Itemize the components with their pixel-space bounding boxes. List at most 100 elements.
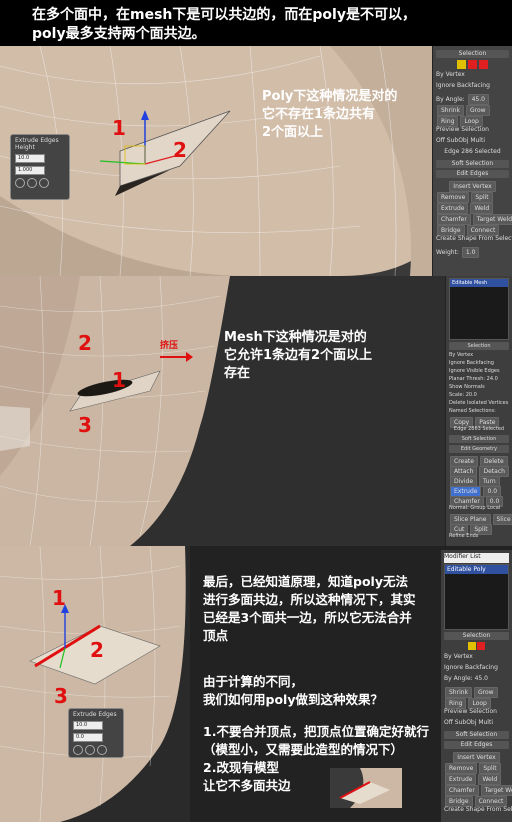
summary-note-2-line-2: 我们如何用poly做到这种效果？ — [203, 692, 383, 707]
apply-icon[interactable] — [85, 745, 95, 755]
command-panel-summary: Modifier List Editable Poly Selection By… — [440, 550, 512, 822]
soft-selection-rollout[interactable]: Soft Selection — [444, 731, 509, 739]
by-angle-input[interactable]: 45.0 — [475, 675, 488, 682]
editable-poly-item[interactable]: Editable Poly — [445, 565, 508, 574]
summary-note-1-line-1: 最后，已经知道原理，知道poly无法 — [203, 574, 408, 589]
viewport-poly[interactable]: 1 2 Extrude Edges Height 10.0 1.000 Poly… — [0, 46, 432, 276]
preview-subobj-radio[interactable]: SubObj — [455, 719, 477, 726]
red-mark-2: 2 — [78, 331, 92, 355]
width-field[interactable]: 1.000 — [15, 166, 45, 175]
edit-edges-rollout[interactable]: Edit Edges — [444, 741, 509, 749]
vertex-icon[interactable] — [467, 642, 476, 650]
selection-status: Edge 2863 Selected — [453, 426, 505, 432]
by-vertex-checkbox[interactable]: By Vertex — [436, 71, 509, 81]
create-shape-button[interactable]: Create Shape From Selection — [444, 806, 512, 816]
ignore-backfacing-checkbox[interactable]: Ignore Backfacing — [449, 360, 509, 367]
summary-note-1-line-3: 已经是3个面共一边，所以它无法合并 — [203, 610, 412, 625]
preview-subobj-radio[interactable]: SubObj — [447, 137, 469, 144]
header-caption: 在多个面中，在mesh下是可以共边的，而在poly是不可以， poly最多支持两… — [0, 0, 512, 46]
preview-off-radio[interactable]: Off — [444, 719, 453, 726]
edit-edges-rollout[interactable]: Edit Edges — [436, 170, 509, 178]
red-mark-2: 2 — [173, 138, 187, 162]
summary-note-3-line-1: 1.不要合并顶点，把顶点位置确定好就行 — [203, 724, 429, 739]
preview-selection-label: Preview Selection — [444, 708, 497, 715]
height-field[interactable]: 10.0 — [15, 154, 45, 163]
screenshot-mesh: 2 1 3 挤压 Mesh下这种情况是对的 它允许1条边有2个面以上 存在 Ed… — [0, 276, 512, 546]
delete-isolated-checkbox[interactable]: Delete Isolated Vertices — [449, 400, 509, 407]
red-mark-1: 1 — [112, 116, 126, 140]
summary-note-3-line-2: （模型小，又需要此造型的情况下） — [203, 742, 404, 757]
editable-mesh-item[interactable]: Editable Mesh — [450, 279, 508, 287]
preview-multi-radio[interactable]: Multi — [478, 719, 493, 726]
modifier-stack[interactable]: Editable Mesh — [449, 278, 509, 340]
selection-rollout[interactable]: Selection — [444, 632, 509, 640]
caddy-title: Extrude Edges — [73, 711, 117, 718]
viewport-mesh[interactable]: 2 1 3 挤压 Mesh下这种情况是对的 它允许1条边有2个面以上 存在 — [0, 276, 445, 546]
command-panel-mesh: Editable Mesh Selection By Vertex Ignore… — [445, 276, 512, 546]
summary-note-1-line-2: 进行多面共边，所以这种情况下，其实 — [203, 592, 416, 607]
caddy-title: Extrude Edges — [15, 137, 59, 144]
mesh-note: Mesh下这种情况是对的 它允许1条边有2个面以上 存在 — [224, 329, 372, 383]
subobject-icons — [444, 642, 509, 652]
by-vertex-checkbox[interactable]: By Vertex — [449, 352, 509, 359]
summary-note-2: 由于计算的不同， 我们如何用poly做到这种效果？ — [203, 673, 383, 709]
red-mark-1: 1 — [52, 586, 66, 610]
mesh-note-line-3: 存在 — [224, 366, 251, 381]
ignore-backfacing-checkbox[interactable]: Ignore Backfacing — [436, 82, 509, 92]
viewport-summary[interactable]: 1 2 3 Extrude Edges 10.0 0.0 — [0, 546, 190, 822]
cancel-icon[interactable] — [39, 178, 49, 188]
summary-note-1: 最后，已经知道原理，知道poly无法 进行多面共边，所以这种情况下，其实 已经是… — [203, 573, 416, 645]
weight-input[interactable]: 1.0 — [461, 247, 480, 258]
show-normals-checkbox[interactable]: Show Normals — [449, 384, 509, 391]
ok-icon[interactable] — [15, 178, 25, 188]
scale-label: Scale: — [449, 392, 465, 398]
slice-button[interactable]: Slice — [492, 514, 512, 525]
edit-geometry-rollout[interactable]: Edit Geometry — [449, 445, 509, 453]
planar-label: Planar Thresh: — [449, 376, 486, 382]
red-arrow-icon — [160, 352, 193, 362]
selection-rollout[interactable]: Selection — [449, 342, 509, 350]
selection-rollout[interactable]: Selection — [436, 50, 509, 58]
header-line-1: 在多个面中，在mesh下是可以共边的，而在poly是不可以， — [32, 7, 416, 23]
screenshot-poly: 1 2 Extrude Edges Height 10.0 1.000 Poly… — [0, 46, 512, 276]
vertex-icon[interactable] — [457, 60, 467, 69]
by-vertex-checkbox[interactable]: By Vertex — [444, 653, 509, 663]
width-field[interactable]: 0.0 — [73, 733, 103, 742]
scale-input[interactable]: 20.0 — [466, 392, 477, 398]
named-selections-label: Named Selections: — [449, 408, 496, 414]
summary-note-2-line-1: 由于计算的不同， — [203, 674, 304, 689]
edge-icon[interactable] — [477, 642, 486, 650]
modified-model-thumbnail — [330, 768, 402, 808]
by-angle-row: By Angle: 45.0 — [436, 93, 509, 105]
extrude-edges-caddy: Extrude Edges 10.0 0.0 — [68, 708, 124, 758]
planar-input[interactable]: 24.0 — [487, 376, 498, 382]
ignore-visible-checkbox[interactable]: Ignore Visible Edges — [449, 368, 509, 375]
soft-selection-rollout[interactable]: Soft Selection — [436, 160, 509, 168]
poly-note-line-1: Poly下这种情况是对的 — [262, 89, 398, 104]
screenshot-summary: 1 2 3 Extrude Edges 10.0 0.0 最后，已经知道原理，知… — [0, 546, 512, 822]
cancel-icon[interactable] — [97, 745, 107, 755]
preview-selection-label: Preview Selection — [436, 126, 489, 133]
red-mark-1: 1 — [112, 368, 126, 392]
selection-status: Edge 286 Selected — [444, 148, 501, 155]
red-mark-3: 3 — [54, 684, 68, 708]
apply-icon[interactable] — [27, 178, 37, 188]
preview-off-radio[interactable]: Off — [436, 137, 445, 144]
modifier-stack[interactable]: Editable Poly — [444, 564, 509, 630]
group-radio[interactable]: Group — [470, 505, 485, 511]
preview-multi-radio[interactable]: Multi — [470, 137, 485, 144]
subobject-icons — [436, 60, 509, 70]
red-mark-2: 2 — [90, 638, 104, 662]
poly-note-line-2: 它不存在1条边共有 — [262, 107, 376, 122]
edge-icon[interactable] — [468, 60, 477, 69]
soft-selection-rollout[interactable]: Soft Selection — [449, 435, 509, 443]
ignore-backfacing-checkbox[interactable]: Ignore Backfacing — [444, 664, 509, 674]
height-field[interactable]: 10.0 — [73, 721, 103, 730]
local-radio[interactable]: Local — [487, 505, 500, 511]
create-shape-button[interactable]: Create Shape From Selection — [436, 235, 512, 245]
border-icon[interactable] — [478, 60, 488, 69]
header-line-2: poly最多支持两个面共边。 — [32, 26, 206, 42]
ok-icon[interactable] — [73, 745, 83, 755]
modifier-list-dropdown[interactable]: Modifier List — [444, 553, 509, 563]
command-panel-poly: Selection By Vertex Ignore Backfacing By… — [432, 46, 512, 276]
